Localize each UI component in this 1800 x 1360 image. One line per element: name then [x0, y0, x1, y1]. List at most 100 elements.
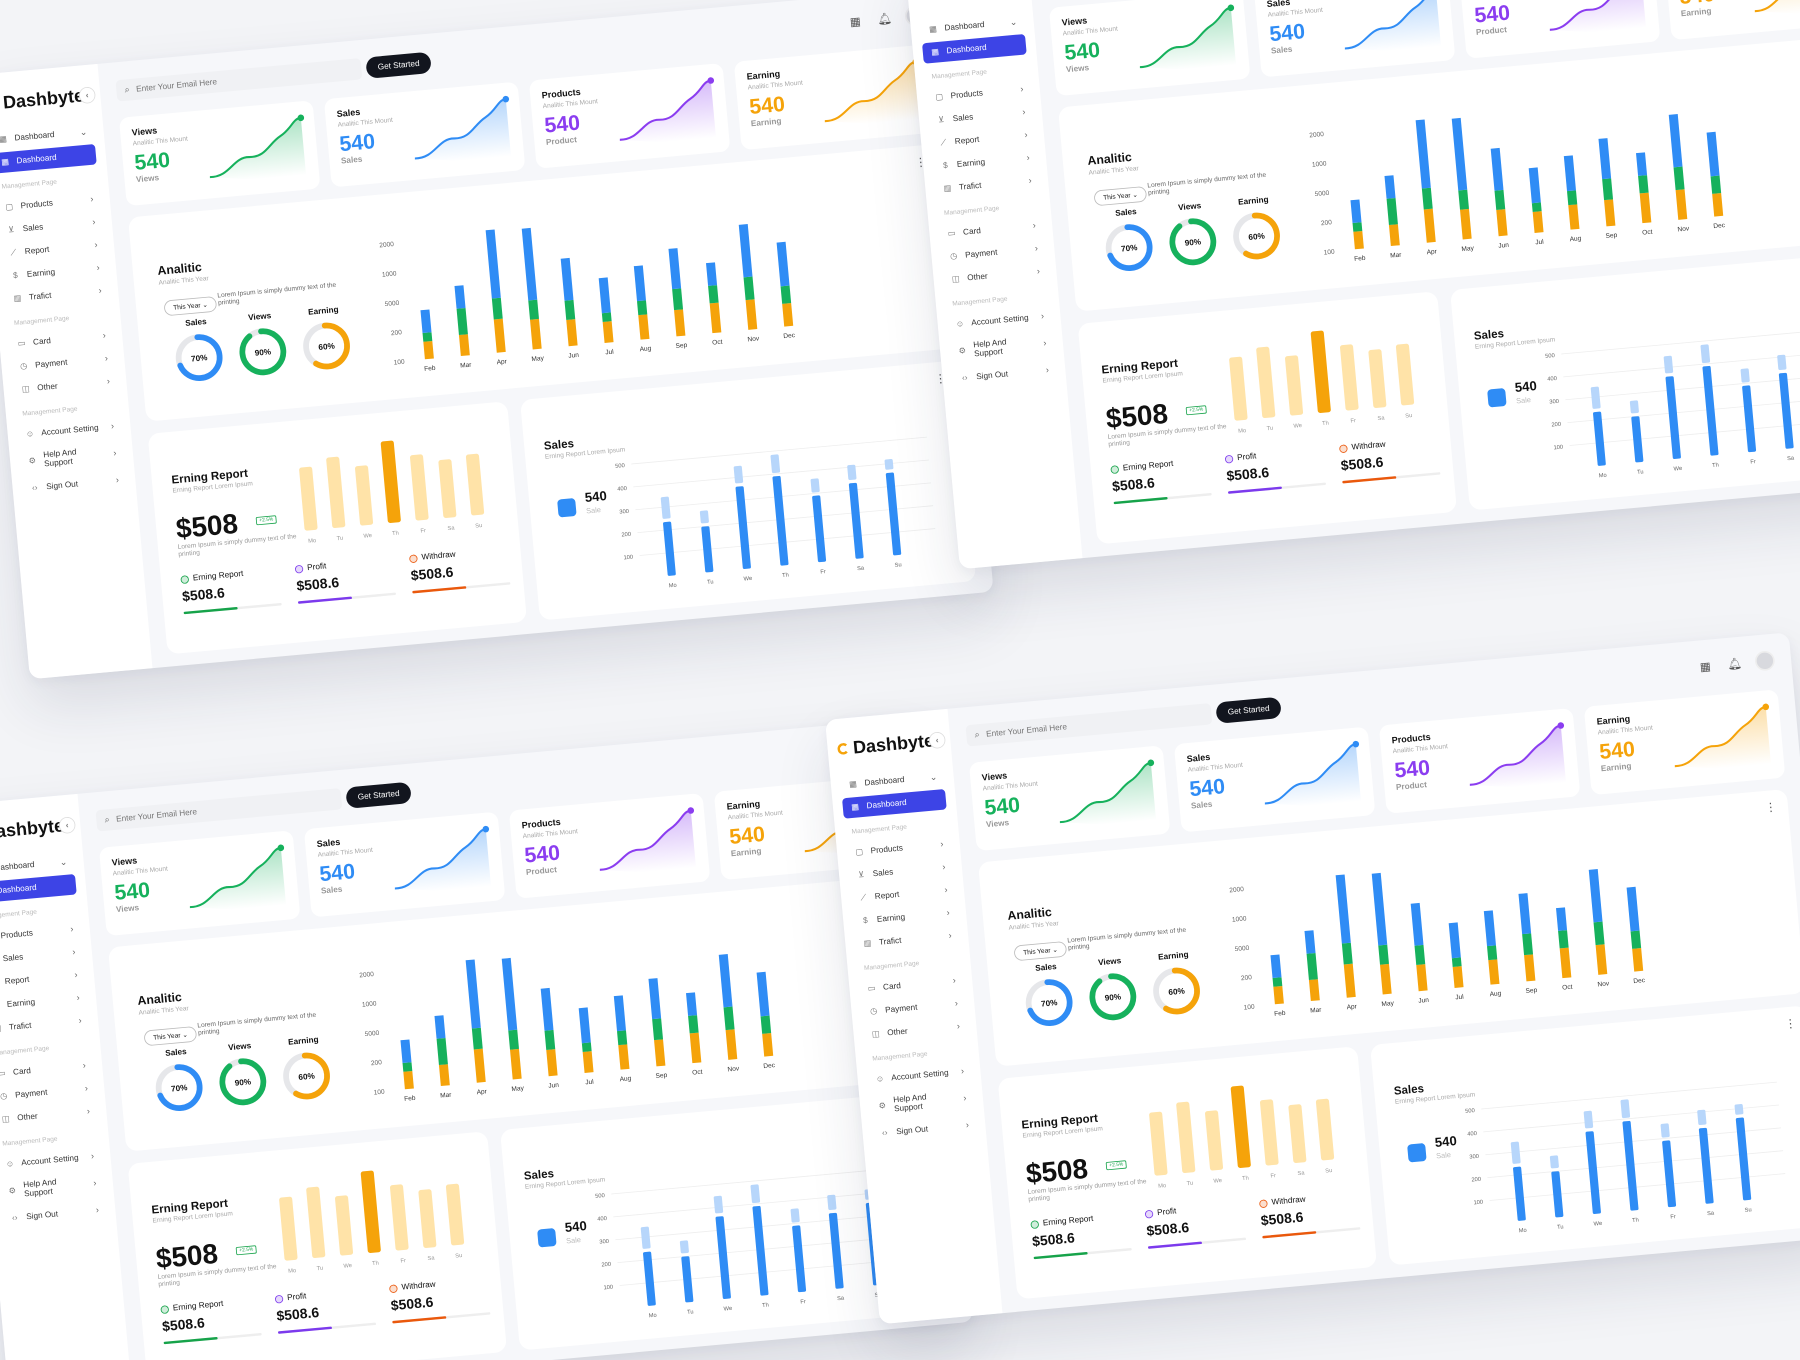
bar-segment[interactable] [1460, 208, 1472, 240]
bar-segment[interactable] [760, 1015, 772, 1034]
bar-segment[interactable] [1488, 959, 1500, 985]
sales-bar-faded[interactable] [770, 454, 781, 474]
bar-segment[interactable] [1635, 152, 1648, 176]
sales-bar[interactable] [1702, 365, 1719, 456]
bar-segment[interactable] [1706, 131, 1720, 177]
bar-segment[interactable] [582, 1051, 594, 1073]
bar-segment[interactable] [756, 971, 770, 1017]
bar-segment[interactable] [400, 1039, 412, 1064]
bar-segment[interactable] [1414, 944, 1426, 965]
bar-segment[interactable] [638, 314, 650, 340]
bar-segment[interactable] [685, 992, 698, 1016]
bar-segment[interactable] [1710, 175, 1722, 194]
bar-segment[interactable] [1452, 966, 1464, 988]
sales-bar[interactable] [1742, 385, 1757, 453]
bar-segment[interactable] [723, 1006, 735, 1031]
bar-segment[interactable] [725, 1029, 738, 1060]
bar-segment[interactable] [1563, 155, 1576, 192]
bar-segment[interactable] [1531, 202, 1542, 212]
stat-card-sales[interactable]: Sales Analitic This Mount 540 Sales [323, 81, 526, 188]
bar-segment[interactable] [1371, 872, 1388, 946]
bar-segment[interactable] [485, 229, 501, 299]
bar-segment[interactable] [1487, 945, 1498, 961]
stat-card-views[interactable]: Views Analitic This Mount 540 Views [1048, 0, 1251, 97]
bar-segment[interactable] [423, 340, 434, 360]
sales-bar[interactable] [848, 482, 864, 559]
earning-bar[interactable] [1288, 1104, 1307, 1163]
bar-segment[interactable] [598, 277, 611, 314]
bar-segment[interactable] [1304, 930, 1316, 954]
bar-segment[interactable] [1496, 209, 1508, 237]
bar-segment[interactable] [471, 1027, 483, 1050]
sales-bar-faded[interactable] [733, 465, 744, 484]
earning-bar[interactable] [1205, 1110, 1224, 1171]
earning-bar[interactable] [1259, 1099, 1279, 1166]
bell-icon[interactable]: 🔔︎ [1725, 654, 1745, 674]
bar-segment[interactable] [709, 302, 722, 334]
collapse-sidebar-button[interactable]: ‹ [78, 86, 97, 105]
apps-grid-icon[interactable]: ▦ [1695, 656, 1715, 676]
bar-segment[interactable] [1494, 189, 1506, 210]
bar-segment[interactable] [1386, 197, 1398, 226]
earning-bar[interactable] [418, 1189, 437, 1248]
sales-bar-faded[interactable] [1590, 386, 1601, 409]
sales-bar[interactable] [1778, 372, 1794, 449]
sales-bar[interactable] [828, 1212, 844, 1289]
bar-segment[interactable] [718, 954, 733, 1008]
bar-segment[interactable] [782, 303, 794, 327]
bar-segment[interactable] [674, 309, 686, 337]
bar-segment[interactable] [521, 227, 538, 301]
bar-segment[interactable] [1273, 985, 1284, 1005]
bar-segment[interactable] [1353, 230, 1364, 250]
bar-segment[interactable] [1555, 907, 1568, 931]
bar-segment[interactable] [1415, 119, 1431, 189]
bar-segment[interactable] [1490, 147, 1504, 191]
bar-segment[interactable] [688, 1015, 699, 1034]
bar-segment[interactable] [1598, 138, 1612, 180]
sales-bar[interactable] [735, 486, 751, 569]
bar-segment[interactable] [1630, 930, 1642, 949]
bar-segment[interactable] [544, 1029, 556, 1050]
sales-bar-faded[interactable] [1620, 1099, 1631, 1119]
stat-card-views[interactable]: Views Analitic This Mount 540 Views [98, 830, 301, 937]
bar-segment[interactable] [743, 276, 755, 301]
bar-segment[interactable] [1458, 189, 1469, 210]
bar-segment[interactable] [745, 299, 758, 330]
bar-segment[interactable] [402, 1062, 413, 1072]
email-search-input[interactable] [135, 66, 333, 94]
bar-segment[interactable] [473, 1048, 486, 1083]
sidebar-item-dashboard[interactable]: ▦ Dashboard [0, 873, 77, 904]
bar-segment[interactable] [1588, 869, 1603, 923]
bar-segment[interactable] [438, 1064, 450, 1087]
sales-bar[interactable] [1698, 1127, 1714, 1204]
bar-segment[interactable] [654, 1039, 666, 1067]
sales-bar-faded[interactable] [884, 458, 894, 470]
bar-segment[interactable] [1518, 893, 1532, 935]
bar-segment[interactable] [1416, 964, 1428, 992]
bar-segment[interactable] [1423, 208, 1436, 243]
get-started-button[interactable]: Get Started [345, 781, 412, 809]
bar-segment[interactable] [1451, 957, 1462, 967]
bar-segment[interactable] [1335, 874, 1351, 944]
bar-segment[interactable] [491, 297, 503, 320]
earning-bar[interactable] [1310, 330, 1331, 414]
sales-bar-faded[interactable] [810, 478, 820, 493]
bar-segment[interactable] [613, 995, 626, 1032]
sales-bar-faded[interactable] [1777, 354, 1787, 371]
bar-segment[interactable] [738, 224, 753, 278]
bar-segment[interactable] [633, 265, 646, 302]
sales-bar-faded[interactable] [750, 1184, 761, 1204]
earning-bar[interactable] [1315, 1098, 1335, 1161]
stat-card-product[interactable]: Products Analitic This Mount 540 Product [1378, 707, 1581, 814]
stat-card-views[interactable]: Views Analitic This Mount 540 Views [968, 745, 1171, 852]
sales-bar-faded[interactable] [847, 464, 857, 481]
bar-segment[interactable] [1675, 189, 1688, 220]
bar-segment[interactable] [762, 1033, 774, 1057]
sales-bar-faded[interactable] [679, 1240, 689, 1254]
bar-segment[interactable] [668, 248, 682, 290]
period-select[interactable]: This Year ⌄ [1093, 185, 1148, 207]
sales-bar[interactable] [1665, 376, 1681, 459]
sales-bar-faded[interactable] [699, 510, 709, 524]
sales-bar[interactable] [885, 472, 902, 556]
earning-bar[interactable] [306, 1186, 326, 1259]
